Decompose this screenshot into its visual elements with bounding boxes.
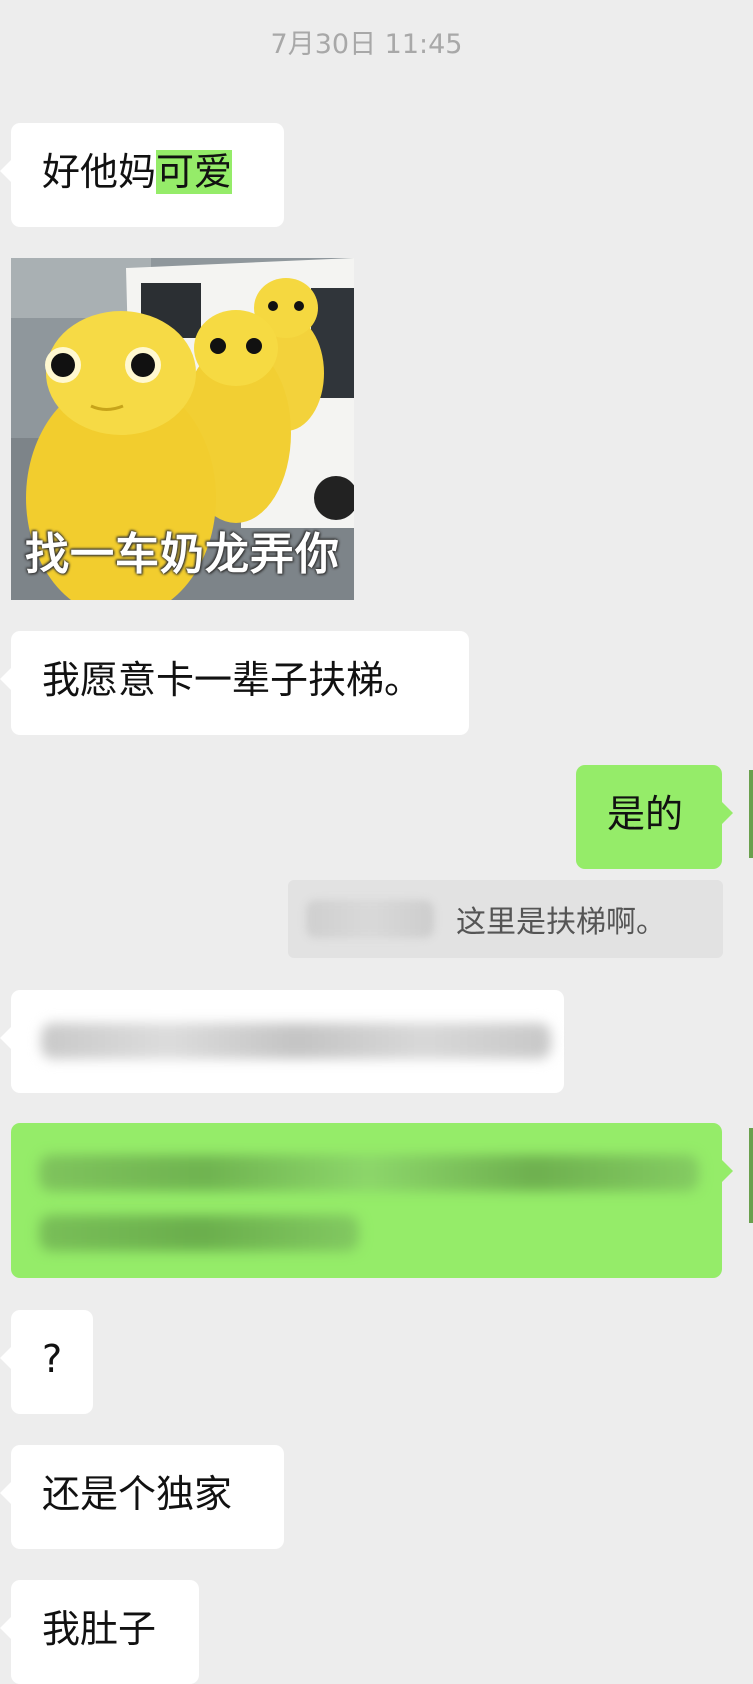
highlighted-text: 可爱 (156, 150, 233, 194)
edge-fragment (749, 770, 753, 858)
message-text: 我肚子 (42, 1607, 157, 1651)
message-bubble-outgoing[interactable]: 是的 (576, 765, 733, 869)
message-bubble-incoming[interactable]: 还是个独家 (0, 1445, 284, 1549)
sticker-caption: 找一车奶龙弄你 (25, 529, 340, 580)
sticker-image[interactable]: 找一车奶龙弄你 (11, 258, 354, 600)
message-text: 我愿意卡一辈子扶梯。 (42, 658, 423, 702)
message-text: 是的 (607, 792, 684, 836)
chat-view: 7月30日 11:45 好他妈可爱 找一车奶龙弄你 我愿意卡一辈子扶梯。 是的 … (0, 0, 753, 1684)
message-text: ? (42, 1337, 63, 1381)
message-text: 还是个独家 (42, 1472, 233, 1516)
quote-sender-name-redacted (306, 900, 434, 938)
message-text: 好他妈 (42, 150, 157, 194)
edge-fragment (749, 1128, 753, 1223)
redacted-text-line-2 (39, 1215, 359, 1251)
message-bubble-incoming[interactable]: 好他妈可爱 (0, 123, 284, 227)
message-bubble-incoming-redacted[interactable] (0, 990, 564, 1093)
quoted-reply[interactable]: 这里是扶梯啊。 (288, 880, 723, 958)
message-bubble-incoming[interactable]: 我肚子 (0, 1580, 199, 1684)
message-bubble-incoming[interactable]: 我愿意卡一辈子扶梯。 (0, 631, 469, 735)
redacted-text-line-1 (39, 1155, 699, 1191)
quote-text: 这里是扶梯啊。 (456, 905, 666, 940)
message-bubble-incoming[interactable]: ? (0, 1310, 93, 1414)
message-timestamp: 7月30日 11:45 (270, 29, 463, 60)
message-bubble-outgoing-redacted[interactable] (11, 1123, 733, 1278)
redacted-text (41, 1023, 551, 1059)
